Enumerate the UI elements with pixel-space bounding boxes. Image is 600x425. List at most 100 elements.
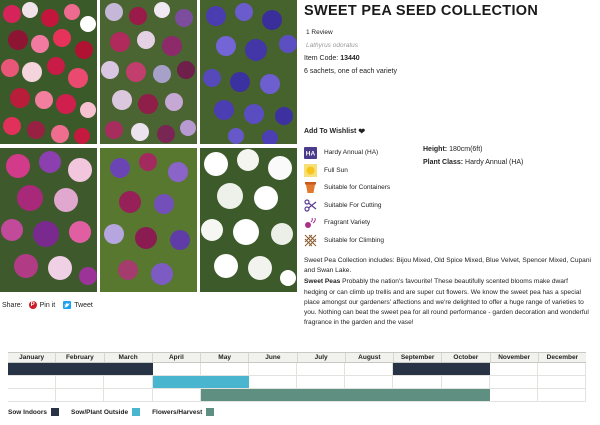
month-june: June [249,353,298,362]
calendar-cell [345,376,394,388]
add-to-wishlist-button[interactable]: Add To Wishlist ❤ [304,127,365,136]
calendar-bar [393,363,490,375]
month-october: October [442,353,491,362]
calendar-cell [201,363,249,375]
calendar-cell [249,363,298,375]
legend-label: Sow Indoors [8,408,47,416]
month-december: December [546,354,579,361]
svg-text:HA: HA [306,150,316,157]
product-photo-blue-velvet[interactable] [200,0,297,144]
calendar-row-sow-plant-outside [8,376,587,389]
spec-height-label: Height: [423,146,448,153]
attribute-label: Fragrant Variety [324,219,371,227]
product-image-gallery [0,0,297,292]
hardy-annual-badge-icon: HA [304,146,317,159]
legend-label: Flowers/Harvest [152,408,203,416]
calendar-cell [490,376,538,388]
calendar-cell [297,376,346,388]
spec-plant-class-value: Hardy Annual (HA) [465,159,524,166]
month-april: April [153,353,201,362]
wishlist-label: Add To Wishlist [304,128,357,135]
attribute-containers: Suitable for Containers [304,179,419,197]
product-description: Sweet Pea Collection includes: Bijou Mix… [304,256,592,329]
calendar-cell [153,389,201,401]
attribute-label: Suitable for Climbing [324,236,384,244]
calendar-cell [104,389,153,401]
calendar-cell [490,389,538,401]
share-row: Share: P Pin it Tweet [2,299,101,311]
calendar-cell [56,389,105,401]
item-code-label: Item Code: [304,55,339,62]
month-may: May [201,353,250,362]
review-link[interactable]: 1 Review [306,29,333,36]
product-photo-cupani[interactable] [100,148,197,292]
description-paragraph: Sweet Peas Probably the nation's favouri… [304,277,592,328]
calendar-cell [393,376,442,388]
calendar-cell [345,363,394,375]
description-lead: Sweet Peas [304,278,341,286]
pin-it-button[interactable]: P Pin it [28,301,56,309]
calendar-cell [538,376,587,388]
legend-item: Sow Indoors [8,408,59,416]
tweet-label: Tweet [74,301,93,309]
sachets-text: 6 sachets, one of each variety [304,68,397,75]
calendar-row-flowers-harvest [8,389,587,402]
fragrance-icon [304,216,317,229]
product-photo-swan-lake[interactable] [200,148,297,292]
calendar-bar [152,376,249,388]
attribute-climbing: Suitable for Climbing [304,232,419,250]
spec-height: Height: 180cm(6ft) [423,146,523,159]
product-specs: Height: 180cm(6ft) Plant Class: Hardy An… [423,146,523,172]
spec-plant-class-label: Plant Class: [423,159,464,166]
attribute-hardy-annual: HA Hardy Annual (HA) [304,144,419,162]
month-august: August [346,353,394,362]
collection-includes-text: Sweet Pea Collection includes: Bijou Mix… [304,257,591,275]
month-january: January [8,353,57,362]
spec-height-value: 180cm(6ft) [449,146,483,153]
calendar-cell [538,389,587,401]
legend-swatch [206,408,215,416]
calendar-cell [8,376,57,388]
attribute-list: HA Hardy Annual (HA) Full Sun Suitable f… [304,144,419,249]
calendar-month-header: January February March April May June July Augu… [8,352,586,363]
pot-icon [304,181,317,194]
product-photo-old-spice-mixed[interactable] [100,0,197,144]
calendar-cell [249,376,298,388]
product-photo-bijou-mixed[interactable] [0,0,97,144]
calendar-cell [8,389,57,401]
product-photo-spencer-mixed[interactable] [0,148,97,292]
legend-swatch [132,408,141,416]
pinterest-icon: P [28,301,37,309]
attribute-label: Suitable for Containers [324,184,391,192]
attribute-cutting: Suitable For Cutting [304,197,419,215]
calendar-cell [490,363,538,375]
description-body: Probably the nation's favourite! These b… [304,278,589,327]
attribute-label: Full Sun [324,166,348,174]
calendar-cell [104,376,153,388]
legend-label: Sow/Plant Outside [71,408,129,416]
calendar-bar [200,389,490,401]
calendar-bar [8,363,153,375]
latin-name: Lathyrus odoratus [306,42,359,49]
spec-plant-class: Plant Class: Hardy Annual (HA) [423,159,523,172]
product-title: SWEET PEA SEED COLLECTION [304,3,539,19]
calendar-rows [8,363,587,402]
sun-icon [304,163,317,177]
pin-it-label: Pin it [39,301,56,309]
attribute-label: Suitable For Cutting [324,201,382,209]
twitter-icon [63,301,72,309]
trellis-icon [304,234,317,247]
calendar-cell [538,363,587,375]
calendar-cell [56,376,105,388]
attribute-label: Hardy Annual (HA) [324,149,379,157]
month-july: July [298,353,346,362]
legend-item: Flowers/Harvest [152,408,215,416]
month-february: February [56,353,105,362]
calendar-legend: Sow Indoors Sow/Plant Outside Flowers/Harv… [8,408,226,416]
tweet-button[interactable]: Tweet [63,301,93,309]
legend-item: Sow/Plant Outside [71,408,141,416]
item-code: Item Code: 13440 [304,55,360,62]
month-november: November [491,353,539,362]
scissors-icon [304,199,317,212]
sowing-calendar: January February March April May June July Augu… [8,352,587,402]
